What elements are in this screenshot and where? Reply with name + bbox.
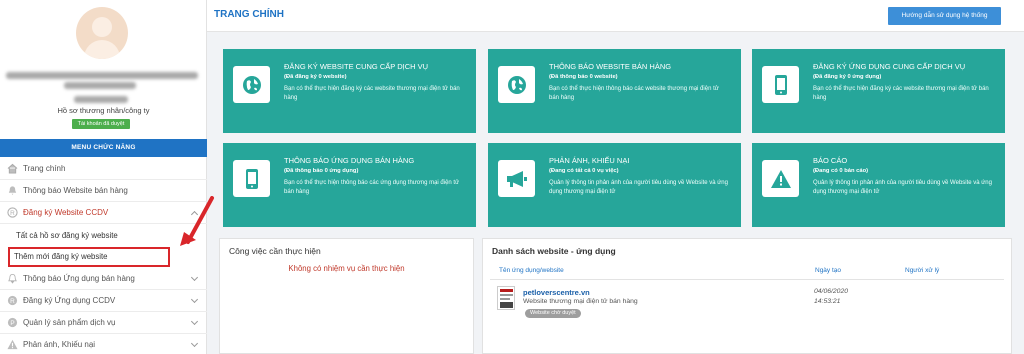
mobile-icon — [762, 66, 799, 103]
site-link[interactable]: petloverscentre.vn — [523, 288, 590, 297]
globe-icon — [498, 66, 535, 103]
card-description: Bạn có thể thực hiện thông báo các ứng d… — [284, 180, 460, 195]
sidebar-item-website-register[interactable]: R Đăng ký Website CCDV — [0, 202, 207, 224]
highlight-box — [8, 247, 170, 267]
sidebar-item-label: Phản ánh, Khiếu nại — [23, 340, 96, 349]
product-icon: P — [7, 317, 18, 328]
company-name-redacted-2 — [64, 82, 136, 89]
registered-icon: R — [7, 295, 18, 306]
bell-icon — [8, 273, 17, 284]
sidebar: Hồ sơ thương nhân/công ty Tài khoản đã d… — [0, 0, 214, 354]
table-divider — [490, 279, 1004, 280]
card-register-website[interactable]: ĐĂNG KÝ WEBSITE CUNG CẤP DỊCH VỤ (Đã đăn… — [223, 49, 476, 133]
chevron-down-icon[interactable] — [190, 273, 199, 282]
avatar[interactable] — [76, 7, 128, 59]
svg-text:P: P — [10, 320, 14, 327]
card-title: THÔNG BÁO WEBSITE BÁN HÀNG — [549, 62, 672, 71]
sidebar-item-complaints[interactable]: Phản ánh, Khiếu nại — [0, 334, 207, 354]
megaphone-icon — [498, 160, 535, 197]
sidebar-item-label: Đăng ký Ứng dụng CCDV — [23, 296, 116, 305]
card-description: Quản lý thông tin phản ánh của người tiê… — [813, 180, 992, 195]
warning-icon — [762, 160, 799, 197]
tasks-panel: Công việc cần thực hiện Không có nhiệm v… — [219, 238, 474, 354]
chevron-down-icon[interactable] — [190, 339, 199, 348]
sidebar-item-label: Thông báo Website bán hàng — [23, 186, 128, 195]
registered-icon: R — [7, 207, 18, 218]
card-register-app[interactable]: ĐĂNG KÝ ỨNG DỤNG CUNG CẤP DỊCH VỤ (Đã đă… — [752, 49, 1005, 133]
tasks-title: Công việc cần thực hiện — [229, 246, 321, 256]
company-name-redacted — [6, 72, 198, 79]
card-notify-website[interactable]: THÔNG BÁO WEBSITE BÁN HÀNG (Đã thông báo… — [488, 49, 741, 133]
sidebar-item-label: Trang chính — [23, 164, 66, 173]
warning-icon — [7, 339, 18, 350]
bell-icon — [8, 186, 17, 195]
tasks-empty-message: Không có nhiệm vụ cần thực hiện — [288, 264, 405, 273]
card-complaints[interactable]: PHẢN ÁNH, KHIẾU NẠI (Đang có tất cả 0 vụ… — [488, 143, 741, 227]
sidebar-item-label: Quản lý sản phẩm dịch vụ — [23, 318, 116, 327]
card-count: (Đang có tất cả 0 vụ việc) — [549, 168, 619, 174]
sidebar-item-app-register[interactable]: R Đăng ký Ứng dụng CCDV — [0, 290, 207, 312]
sidebar-item-home[interactable]: Trang chính — [0, 158, 207, 180]
profile-type: Hồ sơ thương nhân/công ty — [57, 106, 150, 115]
column-header-date[interactable]: Ngày tạo — [815, 267, 841, 274]
card-title: ĐĂNG KÝ WEBSITE CUNG CẤP DỊCH VỤ — [284, 62, 429, 71]
chevron-down-icon[interactable] — [190, 295, 199, 304]
chevron-down-icon[interactable] — [190, 317, 199, 326]
sidebar-item-products[interactable]: P Quản lý sản phẩm dịch vụ — [0, 312, 207, 334]
column-header-handler[interactable]: Người xử lý — [905, 267, 939, 274]
card-title: BÁO CÁO — [813, 156, 848, 165]
status-badge: Website chờ duyệt — [525, 309, 581, 318]
submenu-all-website-registrations[interactable]: Tất cả hồ sơ đăng ký website — [0, 226, 207, 246]
account-status-badge: Tài khoản đã duyệt — [72, 119, 130, 129]
svg-text:R: R — [10, 298, 15, 305]
menu-header: MENU CHỨC NĂNG — [0, 139, 207, 157]
home-icon — [7, 163, 18, 174]
top-bar: TRANG CHÍNH Hướng dẫn sử dụng hệ thống — [207, 0, 1024, 32]
company-id-redacted — [74, 96, 128, 103]
card-count: (Đã thông báo 0 ứng dụng) — [284, 168, 359, 174]
card-description: Bạn có thể thực hiện đăng ký các website… — [284, 86, 460, 101]
mobile-icon — [233, 160, 270, 197]
sidebar-item-label: Đăng ký Website CCDV — [23, 208, 109, 217]
card-description: Quản lý thông tin phản ánh của người tiê… — [549, 180, 728, 195]
column-header-name[interactable]: Tên ứng dụng/website — [499, 267, 564, 274]
card-count: (Đã thông báo 0 website) — [549, 74, 618, 80]
sidebar-item-website-notify[interactable]: Thông báo Website bán hàng — [0, 180, 207, 202]
card-reports[interactable]: BÁO CÁO (Đang có 0 bản cáo) Quản lý thôn… — [752, 143, 1005, 227]
globe-icon — [233, 66, 270, 103]
card-title: THÔNG BÁO ỨNG DỤNG BÁN HÀNG — [284, 156, 415, 165]
main-content: TRANG CHÍNH Hướng dẫn sử dụng hệ thống Đ… — [207, 0, 1024, 354]
card-title: PHẢN ÁNH, KHIẾU NẠI — [549, 156, 630, 165]
card-title: ĐĂNG KÝ ỨNG DỤNG CUNG CẤP DỊCH VỤ — [813, 62, 966, 71]
svg-text:R: R — [10, 210, 15, 217]
card-notify-app[interactable]: THÔNG BÁO ỨNG DỤNG BÁN HÀNG (Đã thông bá… — [223, 143, 476, 227]
site-description: Website thương mại điện tử bán hàng — [523, 298, 638, 305]
card-count: (Đã đăng ký 0 website) — [284, 74, 347, 80]
sidebar-item-app-notify[interactable]: Thông báo Ứng dụng bán hàng — [0, 268, 207, 290]
page-title: TRANG CHÍNH — [214, 9, 284, 20]
sidebar-item-label: Thông báo Ứng dụng bán hàng — [23, 274, 135, 283]
created-time: 14:53:21 — [814, 298, 841, 305]
user-guide-button[interactable]: Hướng dẫn sử dụng hệ thống — [888, 7, 1001, 25]
created-date: 04/06/2020 — [814, 288, 849, 295]
site-thumbnail — [497, 286, 515, 310]
card-count: (Đang có 0 bản cáo) — [813, 168, 869, 174]
card-description: Bạn có thể thực hiện đăng ký các website… — [813, 86, 989, 101]
card-description: Bạn có thể thực hiện thông báo các websi… — [549, 86, 719, 101]
sites-title: Danh sách website - ứng dụng — [492, 246, 616, 256]
card-count: (Đã đăng ký 0 ứng dụng) — [813, 74, 882, 80]
